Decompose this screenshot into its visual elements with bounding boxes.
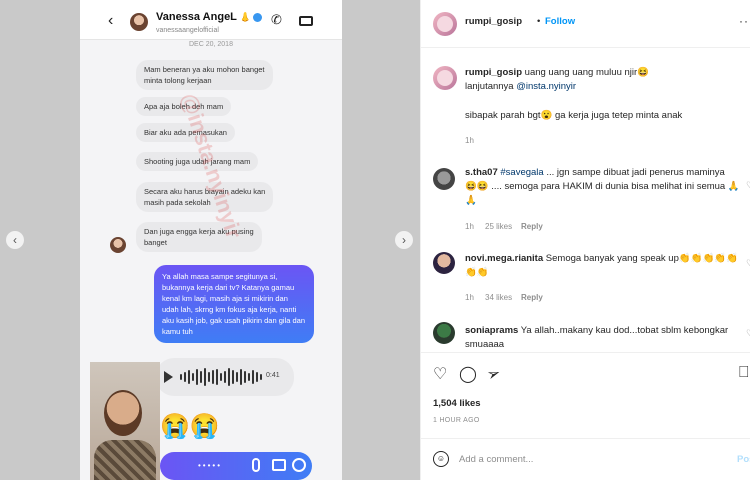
author-username[interactable]: rumpi_gosip (465, 16, 522, 27)
more-options-icon[interactable]: ··· (739, 14, 750, 28)
contact-avatar (130, 13, 148, 31)
crying-emoji-reactions: 😭😭 (160, 413, 220, 440)
page-dots-icon: ••••• (198, 461, 223, 470)
comment-hashtag[interactable]: #savegala (500, 167, 543, 178)
contact-name-emoji: 👃 (239, 12, 251, 22)
like-heart-icon[interactable]: ♡ (433, 364, 447, 384)
previous-image-button[interactable]: ‹ (6, 231, 24, 249)
contact-handle: vanessaangelofficial (156, 27, 219, 34)
person-head (104, 390, 142, 436)
caption-username[interactable]: rumpi_gosip (465, 67, 522, 78)
post-media: ‹ › ‹ Vanessa AngeL 👃 vanessaangeloffici… (0, 0, 420, 480)
play-icon (164, 371, 173, 383)
separator-dot: • (537, 16, 541, 27)
commenter-avatar[interactable] (433, 168, 455, 190)
comment-username[interactable]: soniaprams (465, 325, 518, 336)
comment-text: Semoga banyak yang speak up👏👏👏👏👏 (543, 253, 739, 264)
chat-header: ‹ Vanessa AngeL 👃 vanessaangelofficial ✆ (80, 0, 342, 40)
phone-icon: ✆ (271, 12, 282, 27)
caption-line-1: rumpi_gosip uang uang uang muluu njir😆 (465, 66, 649, 79)
comment-text: ... jgn sampe dibuat jadi penerus maminy… (543, 167, 725, 178)
comment-text: Ya allah..makany kau dod...tobat sblm ke… (518, 325, 729, 336)
emoji-picker-icon[interactable]: ☺ (433, 451, 449, 467)
post-time-ago: 1 HOUR AGO (433, 417, 480, 424)
contact-name: Vanessa AngeL 👃 (156, 11, 262, 23)
message-composer: ••••• (160, 452, 312, 480)
post-actions: ♡ ◯ ➢ ⎕ 1,504 likes 1 HOUR AGO (421, 352, 750, 430)
comment-line: smuaaaa (465, 339, 505, 350)
contact-name-text: Vanessa AngeL (156, 11, 237, 23)
instagram-post-screenshot: ‹ › ‹ Vanessa AngeL 👃 vanessaangeloffici… (0, 0, 750, 480)
comment-time: 1h (465, 222, 474, 231)
save-bookmark-icon[interactable]: ⎕ (739, 364, 749, 382)
caption-line-3: sibapak parah bgt😮 ga kerja juga tetep m… (465, 110, 683, 121)
sender-avatar (110, 237, 126, 253)
voice-duration: 0:41 (266, 372, 280, 379)
incoming-message: Mam beneran ya aku mohon banget minta tol… (136, 60, 273, 90)
outgoing-message: Ya allah masa sampe segitunya si, bukann… (154, 265, 314, 343)
comment-line: novi.mega.rianita Semoga banyak yang spe… (465, 252, 738, 265)
caption-line-2: lanjutannya @insta.nyinyir (465, 80, 576, 93)
next-image-button[interactable]: › (395, 231, 413, 249)
comment-username[interactable]: novi.mega.rianita (465, 253, 543, 264)
author-avatar[interactable] (433, 12, 457, 36)
video-call-icon (299, 16, 313, 26)
comment-line: 👏👏 (465, 267, 489, 278)
follow-button[interactable]: Follow (545, 16, 575, 27)
comment-line: 😆😆 .... semoga para HAKIM di dunia bisa … (465, 181, 740, 192)
voice-message: 0:41 (156, 358, 294, 396)
likes-count[interactable]: 1,504 likes (433, 398, 481, 409)
verified-badge-icon (253, 12, 262, 22)
microphone-icon (252, 458, 260, 472)
reply-button[interactable]: Reply (521, 293, 543, 302)
video-overlay-person (90, 362, 160, 480)
comment-line: soniaprams Ya allah..makany kau dod...to… (465, 324, 728, 337)
comment-time: 1h (465, 293, 474, 302)
image-icon (272, 459, 286, 471)
caption-text: uang uang uang muluu njir😆 (524, 67, 649, 78)
add-comment-bar: ☺ Post (421, 438, 750, 480)
comment-likes[interactable]: 34 likes (485, 293, 512, 302)
like-comment-icon[interactable]: ♡ (746, 258, 750, 268)
caption-time: 1h (465, 136, 474, 145)
comment-line: 🙏 (465, 195, 477, 206)
post-sidebar: rumpi_gosip • Follow ··· rumpi_gosip uan… (420, 0, 750, 480)
like-comment-icon[interactable]: ♡ (746, 328, 750, 338)
commenter-avatar[interactable] (433, 252, 455, 274)
caption-avatar[interactable] (433, 66, 457, 90)
post-header: rumpi_gosip • Follow ··· (421, 0, 750, 48)
like-comment-icon[interactable]: ♡ (746, 180, 750, 190)
comment-username[interactable]: s.tha07 (465, 167, 498, 178)
sticker-icon (292, 458, 306, 472)
share-send-icon[interactable]: ➢ (484, 362, 503, 385)
caption-text: lanjutannya (465, 81, 517, 92)
comment-input[interactable] (459, 449, 699, 469)
reply-button[interactable]: Reply (521, 222, 543, 231)
comment-bubble-icon[interactable]: ◯ (459, 364, 477, 384)
comment-likes[interactable]: 25 likes (485, 222, 512, 231)
commenter-avatar[interactable] (433, 322, 455, 344)
post-comment-button[interactable]: Post (737, 454, 750, 465)
date-divider: DEC 20, 2018 (189, 41, 233, 48)
caption-mention-link[interactable]: @insta.nyinyir (516, 81, 576, 92)
waveform-icon (180, 368, 262, 386)
comment-line: s.tha07 #savegala ... jgn sampe dibuat j… (465, 166, 725, 179)
person-body (94, 440, 156, 480)
back-arrow-icon: ‹ (108, 12, 114, 29)
